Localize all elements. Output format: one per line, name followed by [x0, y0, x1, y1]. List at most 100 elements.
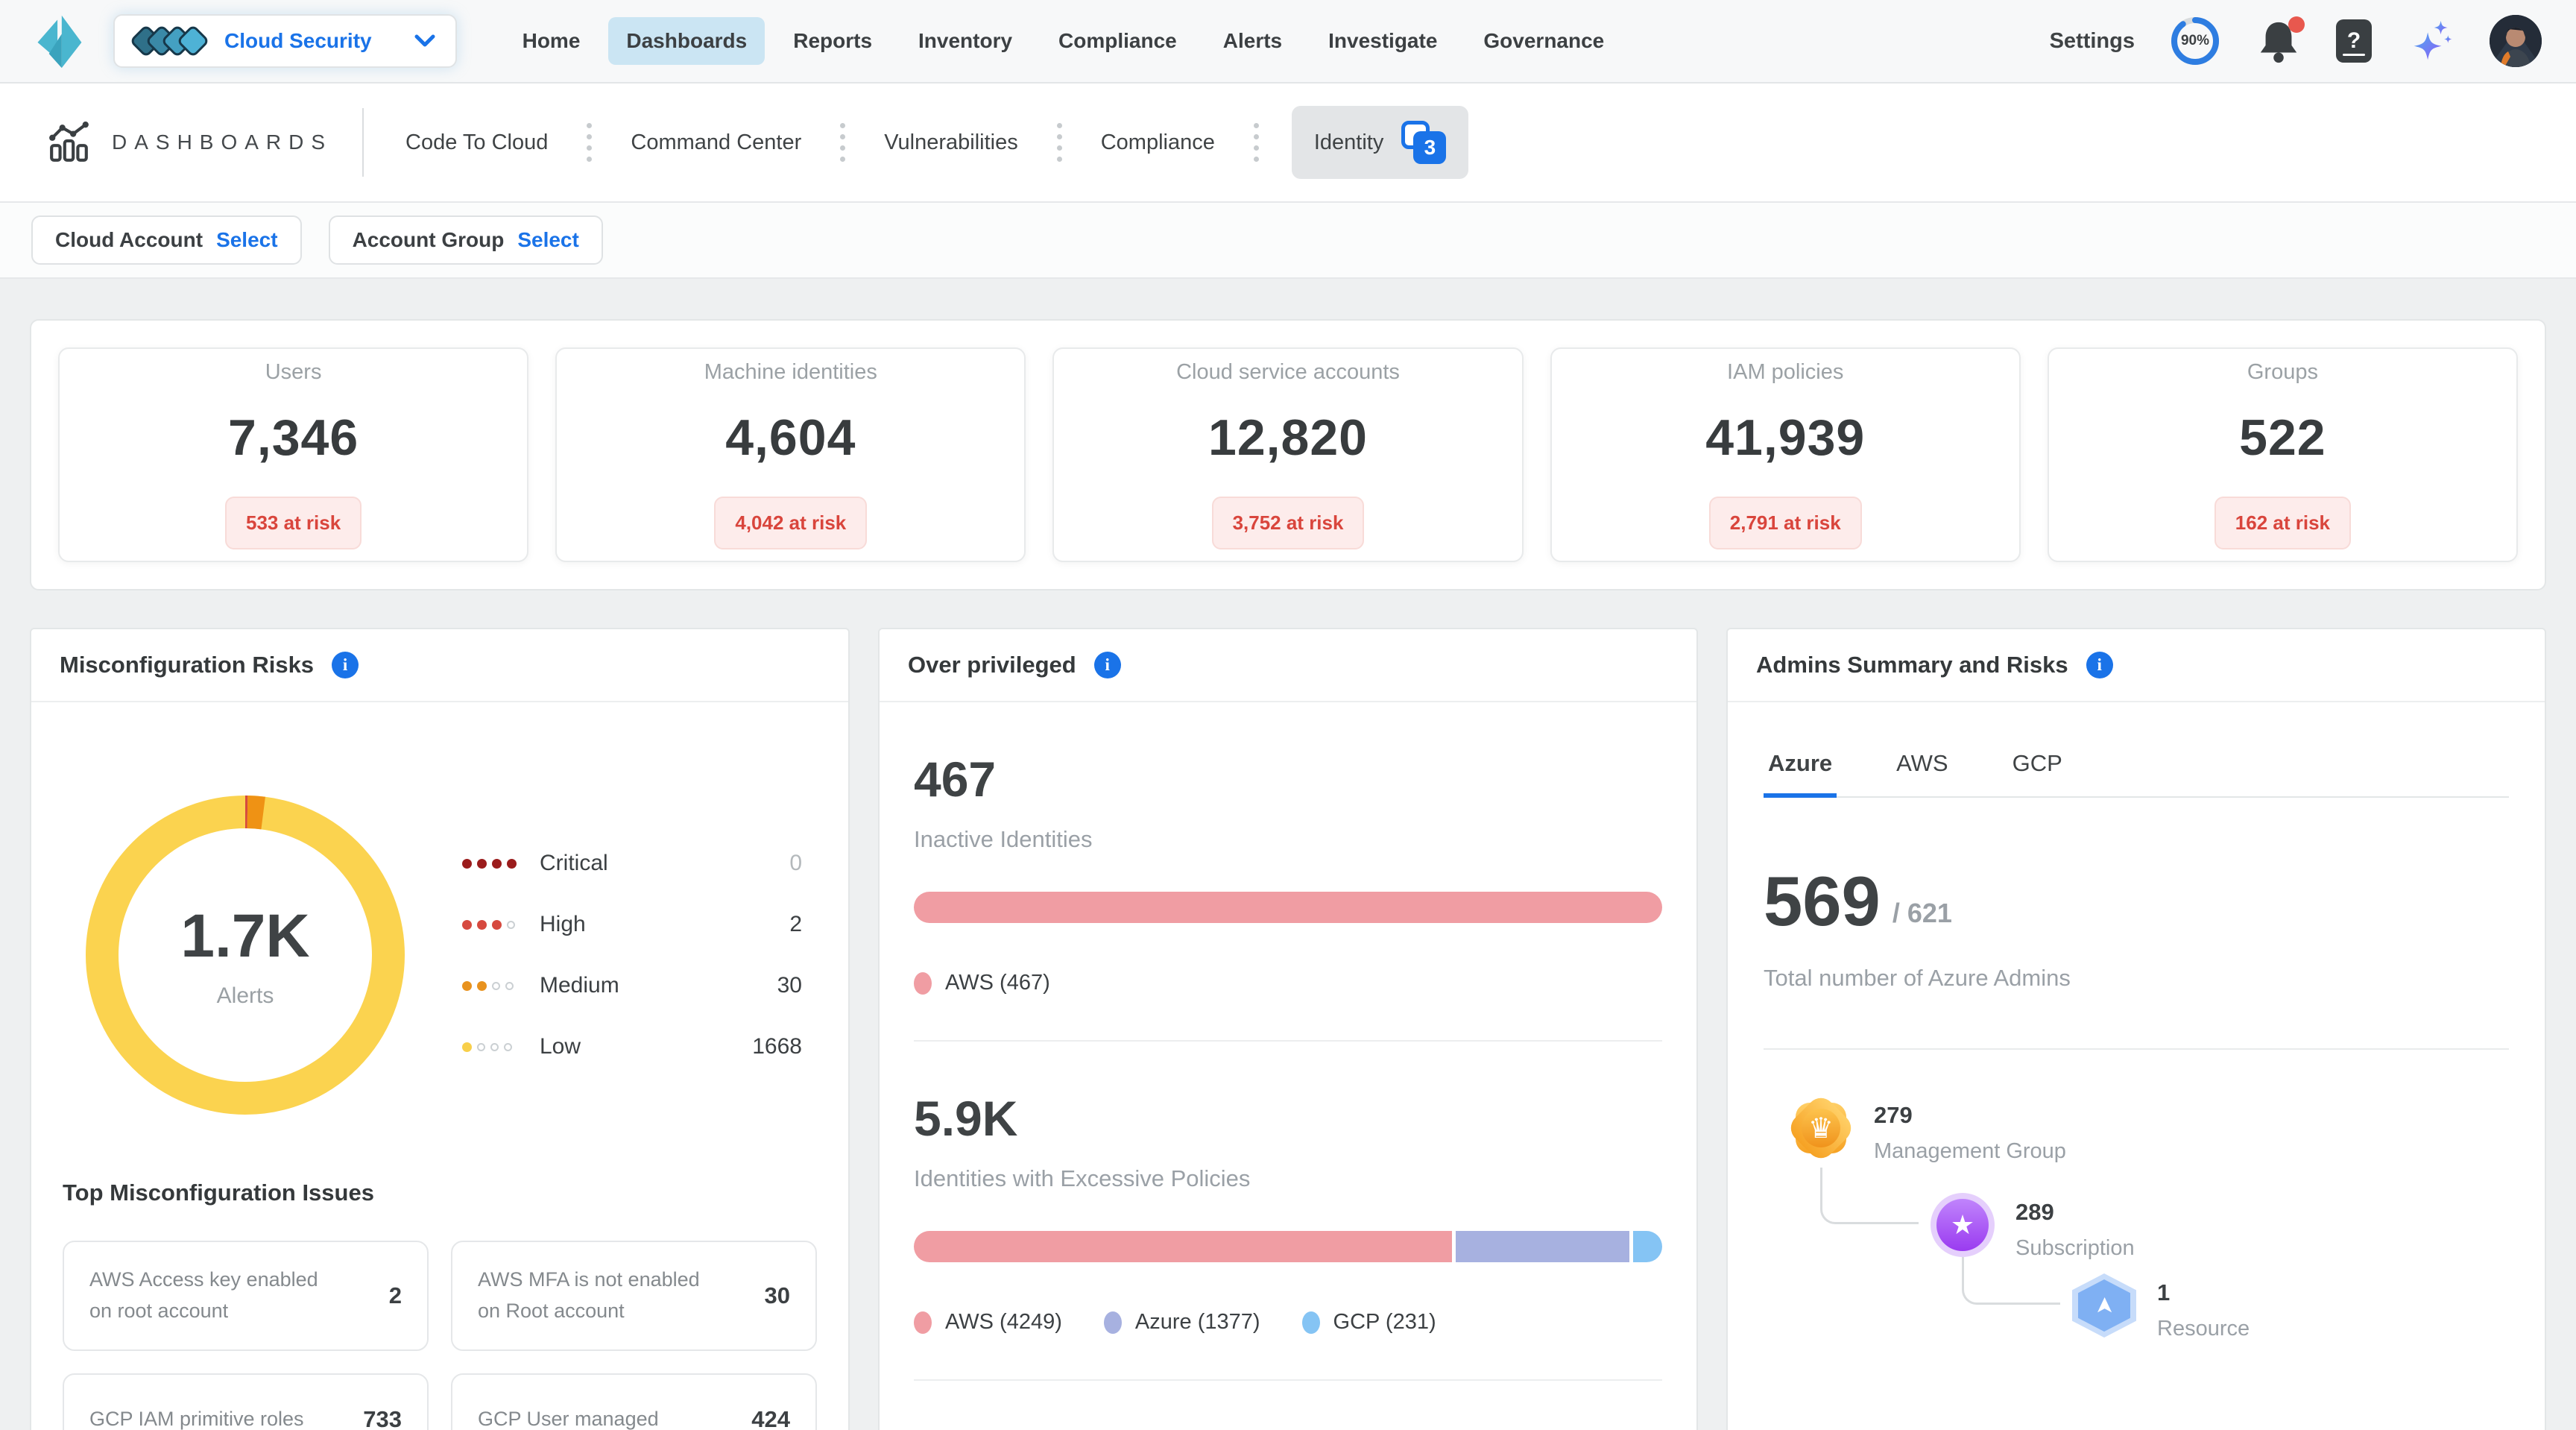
legend-row-critical[interactable]: Critical 0 — [462, 851, 802, 876]
main-content: Users 7,346 533 at risk Machine identiti… — [0, 279, 2576, 1430]
at-risk-badge[interactable]: 2,791 at risk — [1709, 497, 1862, 549]
admins-body: Azure AWS GCP 569 / 621 Total number of … — [1728, 702, 2545, 1424]
stat-card-cloud-service-accounts[interactable]: Cloud service accounts 12,820 3,752 at r… — [1052, 347, 1523, 562]
issue-card[interactable]: AWS Access key enabled on root account 2 — [63, 1241, 429, 1351]
issue-count: 30 — [765, 1282, 790, 1309]
stat-card-iam-policies[interactable]: IAM policies 41,939 2,791 at risk — [1550, 347, 2021, 562]
dashboard-tab-code-to-cloud[interactable]: Code To Cloud — [400, 116, 554, 170]
nav-item-compliance[interactable]: Compliance — [1041, 17, 1195, 65]
nav-item-dashboards[interactable]: Dashboards — [608, 17, 765, 65]
dashboard-tab-identity[interactable]: Identity 3 — [1292, 106, 1469, 179]
legend-item-azure[interactable]: Azure (1377) — [1104, 1310, 1260, 1335]
alerts-donut-section: 1.7K Alerts Critical 0 — [31, 702, 848, 1130]
legend-row-high[interactable]: High 2 — [462, 912, 802, 937]
bar-segment-gcp[interactable] — [1633, 1231, 1662, 1262]
nav-item-inventory[interactable]: Inventory — [900, 17, 1030, 65]
legend-text: Azure (1377) — [1135, 1310, 1260, 1335]
bar-segment-aws[interactable] — [914, 1231, 1452, 1262]
third-metric-section: 16K — [914, 1381, 1662, 1430]
panel-header: Admins Summary and Risks i — [1728, 629, 2545, 702]
kebab-menu-icon[interactable] — [587, 123, 592, 162]
over-privileged-panel: Over privileged i 467 Inactive Identitie… — [878, 628, 1698, 1430]
info-icon[interactable]: i — [332, 652, 359, 678]
cloud-account-filter[interactable]: Cloud Account Select — [31, 215, 302, 265]
issues-grid: AWS Access key enabled on root account 2… — [63, 1241, 817, 1430]
tree-connector — [1962, 1257, 2060, 1305]
dashboard-tab-compliance[interactable]: Compliance — [1095, 116, 1221, 170]
legend-item-aws[interactable]: AWS (4249) — [914, 1310, 1062, 1335]
user-avatar[interactable] — [2490, 15, 2542, 67]
admins-summary-panel: Admins Summary and Risks i Azure AWS GCP… — [1726, 628, 2546, 1430]
alerts-label: Alerts — [217, 983, 274, 1009]
nav-item-governance[interactable]: Governance — [1465, 17, 1622, 65]
legend-item-gcp[interactable]: GCP (231) — [1302, 1310, 1436, 1335]
panel-header: Over privileged i — [880, 629, 1696, 702]
panel-title: Over privileged — [908, 652, 1076, 678]
stat-card-machine-identities[interactable]: Machine identities 4,604 4,042 at risk — [555, 347, 1026, 562]
donut-center: 1.7K Alerts — [70, 780, 420, 1130]
stat-title: Users — [265, 360, 322, 385]
stat-value: 4,604 — [725, 409, 856, 467]
prisma-logo-icon[interactable] — [34, 13, 83, 69]
nav-item-reports[interactable]: Reports — [775, 17, 890, 65]
management-group-label: Management Group — [1874, 1139, 2066, 1164]
at-risk-badge[interactable]: 4,042 at risk — [714, 497, 867, 549]
info-icon[interactable]: i — [2086, 652, 2113, 678]
info-icon[interactable]: i — [1094, 652, 1121, 678]
nav-item-home[interactable]: Home — [505, 17, 599, 65]
product-selector[interactable]: Cloud Security — [113, 14, 457, 68]
legend-row-medium[interactable]: Medium 30 — [462, 973, 802, 998]
stat-card-users[interactable]: Users 7,346 533 at risk — [58, 347, 528, 562]
bar-segment-azure[interactable] — [1456, 1231, 1630, 1262]
cloud-account-select-link[interactable]: Select — [216, 228, 278, 252]
ai-assistant-button[interactable] — [2406, 16, 2455, 66]
nav-item-alerts[interactable]: Alerts — [1205, 17, 1300, 65]
help-button[interactable]: ? — [2336, 19, 2372, 63]
issue-card[interactable]: AWS MFA is not enabled on Root account 3… — [451, 1241, 817, 1351]
star-glyph: ★ — [1931, 1193, 1995, 1257]
kebab-menu-icon[interactable] — [1254, 123, 1259, 162]
top-misconfiguration-issues-title: Top Misconfiguration Issues — [63, 1179, 848, 1206]
dashboard-tab-command-center[interactable]: Command Center — [625, 116, 807, 170]
severity-dots-icon — [462, 859, 540, 869]
alerts-donut-chart: 1.7K Alerts — [70, 780, 420, 1130]
account-group-filter[interactable]: Account Group Select — [329, 215, 603, 265]
divider — [362, 108, 364, 177]
top-bar: Cloud Security Home Dashboards Reports I… — [0, 0, 2576, 84]
dashboard-tab-vulnerabilities[interactable]: Vulnerabilities — [878, 116, 1023, 170]
issue-card[interactable]: GCP User managed 424 — [451, 1373, 817, 1430]
usage-percent: 90% — [2169, 15, 2221, 67]
at-risk-badge[interactable]: 162 at risk — [2214, 497, 2351, 549]
severity-dots-icon — [462, 1042, 540, 1052]
at-risk-badge[interactable]: 3,752 at risk — [1212, 497, 1365, 549]
usage-progress-ring[interactable]: 90% — [2169, 15, 2221, 67]
at-risk-badge[interactable]: 533 at risk — [225, 497, 362, 549]
legend-label: Medium — [540, 973, 705, 998]
severity-dots-icon — [462, 920, 540, 930]
tab-azure[interactable]: Azure — [1764, 732, 1837, 798]
legend-row-low[interactable]: Low 1668 — [462, 1034, 802, 1059]
inactive-identities-count: 467 — [914, 755, 1662, 804]
severity-dots-icon — [462, 981, 540, 991]
legend-item-aws[interactable]: AWS (467) — [914, 971, 1050, 995]
divider — [1764, 1048, 2509, 1050]
excessive-policies-section: 5.9K Identities with Excessive Policies … — [914, 1042, 1662, 1381]
tab-gcp[interactable]: GCP — [2008, 732, 2067, 798]
account-group-select-link[interactable]: Select — [517, 228, 579, 252]
settings-link[interactable]: Settings — [2050, 29, 2135, 54]
legend-label: Low — [540, 1034, 705, 1059]
issue-card[interactable]: GCP IAM primitive roles 733 — [63, 1373, 429, 1430]
admins-count: 569 — [1764, 866, 1881, 936]
issue-count: 2 — [389, 1282, 402, 1309]
tab-aws[interactable]: AWS — [1892, 732, 1952, 798]
legend-label: Critical — [540, 851, 705, 876]
notifications-button[interactable] — [2255, 18, 2302, 64]
excessive-policies-label: Identities with Excessive Policies — [914, 1165, 1662, 1192]
stat-card-groups[interactable]: Groups 522 162 at risk — [2048, 347, 2518, 562]
issue-label: AWS Access key enabled on root account — [89, 1264, 326, 1327]
bar-segment-aws[interactable] — [914, 892, 1662, 923]
nav-item-investigate[interactable]: Investigate — [1310, 17, 1455, 65]
kebab-menu-icon[interactable] — [1057, 123, 1062, 162]
kebab-menu-icon[interactable] — [840, 123, 845, 162]
aws-dot-icon — [914, 972, 932, 995]
